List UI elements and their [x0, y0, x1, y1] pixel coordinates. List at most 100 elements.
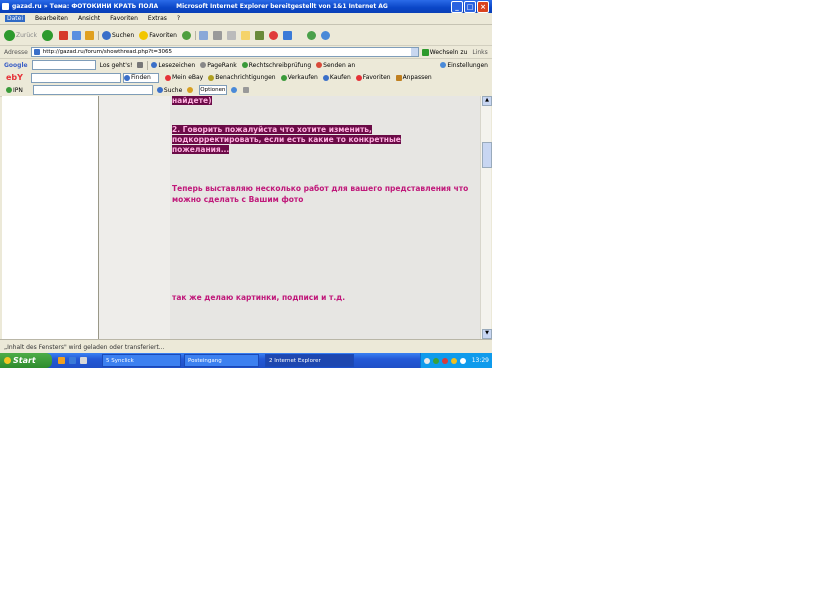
- quicklaunch-ie-icon[interactable]: [58, 357, 65, 364]
- ipn-search-button[interactable]: Suche: [156, 86, 183, 94]
- google-search-button[interactable]: Los geht's!: [100, 62, 133, 69]
- go-button[interactable]: Wechseln zu: [421, 48, 468, 56]
- contacts-icon[interactable]: [320, 30, 330, 40]
- sell-label: Verkaufen: [287, 74, 318, 81]
- forward-button[interactable]: [41, 29, 54, 41]
- go-arrow-icon: [421, 48, 429, 56]
- taskbar-item-ie[interactable]: 2 Internet Explorer: [265, 354, 354, 367]
- minimize-button[interactable]: _: [451, 0, 463, 13]
- menu-help[interactable]: ?: [177, 15, 180, 22]
- ipn-secure-button[interactable]: [187, 87, 194, 93]
- close-button[interactable]: ×: [477, 0, 489, 13]
- status-text: „Inhalt des Fensters" wird geladen oder …: [4, 343, 165, 351]
- start-label: Start: [13, 356, 36, 365]
- ipn-user-button[interactable]: [231, 87, 238, 93]
- tray-network-icon[interactable]: [423, 357, 430, 364]
- google-logo: Google: [4, 61, 28, 69]
- address-bar: Adresse http://gazad.ru/forum/showthread…: [0, 46, 492, 59]
- windows-flag-icon: [4, 357, 11, 364]
- quicklaunch-desktop-icon[interactable]: [69, 357, 76, 364]
- page-icon: [33, 49, 40, 55]
- ebay-favorites-button[interactable]: Favoriten: [355, 74, 391, 81]
- history-icon[interactable]: [181, 30, 191, 40]
- tray-clock[interactable]: 13:29: [472, 357, 489, 364]
- ebay-sell-button[interactable]: Verkaufen: [280, 74, 318, 81]
- google-menu-icon[interactable]: [137, 62, 144, 68]
- spellcheck-button[interactable]: Rechtschreibprüfung: [241, 62, 311, 69]
- stop-icon[interactable]: [58, 30, 68, 40]
- menu-tools[interactable]: Extras: [148, 15, 167, 22]
- google-settings-button[interactable]: Einstellungen: [440, 62, 488, 69]
- google-search-input[interactable]: [31, 60, 96, 70]
- search-label: Suchen: [111, 31, 135, 39]
- taskbar-item-synclick[interactable]: 5 Synclick: [102, 354, 181, 367]
- send-to-label: Senden an: [323, 61, 356, 69]
- home-icon[interactable]: [84, 30, 94, 40]
- ebay-search-icon: [123, 74, 130, 81]
- ie-icon: [2, 3, 9, 10]
- ipn-search-input[interactable]: [32, 85, 153, 95]
- taskbar-item-inbox[interactable]: Posteingang: [184, 354, 259, 367]
- scroll-up-arrow-icon[interactable]: ▲: [482, 96, 492, 106]
- alerts-label: Benachrichtigungen: [215, 74, 276, 81]
- menu-bar: Datei Bearbeiten Ansicht Favoriten Extra…: [0, 13, 492, 25]
- vertical-scrollbar[interactable]: ▲ ▼: [480, 96, 492, 339]
- ipn-options-field[interactable]: Optionen: [199, 85, 228, 95]
- star-icon: [139, 30, 149, 40]
- research-icon[interactable]: [254, 30, 264, 40]
- maximize-button[interactable]: □: [464, 0, 476, 13]
- scroll-thumb[interactable]: [482, 142, 492, 168]
- tray-alert-icon[interactable]: [441, 357, 448, 364]
- ebay-customize-button[interactable]: Anpassen: [395, 74, 432, 81]
- ipn-search-label: Suche: [163, 86, 183, 94]
- mail-icon[interactable]: [198, 30, 208, 40]
- scroll-down-arrow-icon[interactable]: ▼: [482, 329, 492, 339]
- bookmark-icon: [151, 62, 158, 68]
- ebay-alerts-button[interactable]: Benachrichtigungen: [208, 74, 276, 81]
- links-label[interactable]: Links: [472, 49, 487, 56]
- bookmarks-button[interactable]: Lesezeichen: [151, 62, 195, 69]
- search-icon: [101, 30, 111, 40]
- pagerank-button[interactable]: PageRank: [200, 62, 237, 69]
- toolbar-extra-icon[interactable]: [282, 30, 292, 40]
- search-button[interactable]: Suchen: [101, 30, 135, 40]
- content-point-2: 2. Говорить пожалуйста что хотите измени…: [172, 125, 401, 154]
- menu-edit[interactable]: Bearbeiten: [35, 15, 68, 22]
- status-bar: „Inhalt des Fensters" wird geladen oder …: [0, 339, 492, 354]
- plugin-icon[interactable]: [306, 30, 316, 40]
- folder-icon[interactable]: [240, 30, 250, 40]
- address-input[interactable]: http://gazad.ru/forum/showthread.php?t=3…: [30, 47, 419, 57]
- refresh-icon[interactable]: [71, 30, 81, 40]
- tray-security-icon[interactable]: [432, 357, 439, 364]
- back-label: Zurück: [16, 31, 37, 39]
- menu-file[interactable]: Datei: [5, 15, 26, 22]
- page-left-column: [99, 96, 170, 339]
- buy-label: Kaufen: [329, 74, 351, 81]
- ebay-search-input[interactable]: [30, 72, 121, 83]
- tray-volume-icon[interactable]: [450, 357, 457, 364]
- window-title: gazad.ru » Тема: ФОТОКИНИ КРАТЬ ПОЛА: [12, 3, 159, 10]
- send-to-button[interactable]: Senden an: [316, 62, 355, 69]
- ebay-toolbar: ebY Finden Mein eBay Benachrichtigungen …: [0, 71, 492, 85]
- spellcheck-icon: [241, 62, 248, 68]
- ebay-find-field[interactable]: Finden: [122, 72, 159, 83]
- menu-view[interactable]: Ansicht: [78, 15, 100, 22]
- edit-icon[interactable]: [226, 30, 236, 40]
- favorites-button[interactable]: Favoriten: [139, 30, 177, 40]
- messenger-icon[interactable]: [268, 30, 278, 40]
- address-dropdown-icon[interactable]: [410, 48, 418, 56]
- go-label: Wechseln zu: [429, 48, 468, 56]
- tray-messenger-icon[interactable]: [459, 357, 466, 364]
- print-icon[interactable]: [212, 30, 222, 40]
- ebay-my-button[interactable]: Mein eBay: [164, 74, 203, 81]
- menu-favorites[interactable]: Favoriten: [110, 15, 138, 22]
- ipn-clip-button[interactable]: [243, 87, 250, 93]
- start-button[interactable]: Start: [0, 353, 52, 368]
- address-label: Adresse: [4, 48, 28, 56]
- ipn-label: IPN: [13, 86, 23, 94]
- ipn-search-icon: [156, 87, 163, 93]
- page-content: найдете) 2. Говорить пожалуйста что хоти…: [170, 96, 480, 339]
- ebay-buy-button[interactable]: Kaufen: [322, 74, 351, 81]
- quicklaunch-media-icon[interactable]: [80, 357, 87, 364]
- back-button[interactable]: Zurück: [4, 29, 37, 41]
